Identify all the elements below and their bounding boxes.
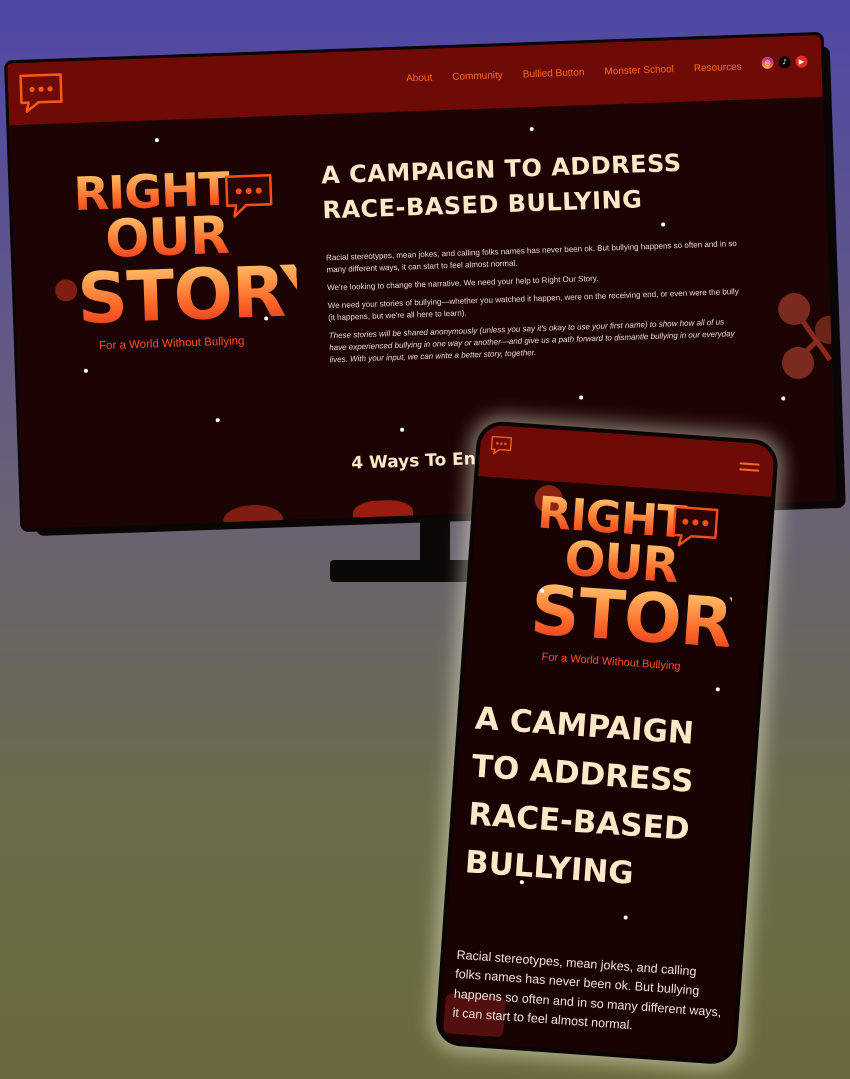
chat-bubble-logo-icon[interactable]: [17, 71, 64, 115]
star: [661, 222, 666, 227]
star: [579, 395, 584, 400]
star: [715, 687, 720, 692]
tiktok-icon[interactable]: ♪: [778, 56, 791, 69]
star: [154, 138, 159, 143]
decorative-molecule-icon: [778, 293, 840, 379]
speech-bubble-icon: [672, 505, 719, 547]
star: [529, 127, 534, 132]
star: [623, 915, 628, 920]
desktop-nav-links: About Community Bullied Button Monster S…: [406, 62, 742, 85]
hero-paragraph-italic: These stories will be shared anonymously…: [328, 317, 735, 365]
star: [781, 396, 786, 401]
decorative-shape: [352, 499, 414, 532]
nav-link-community[interactable]: Community: [452, 70, 503, 83]
nav-link-bullied-button[interactable]: Bullied Button: [523, 67, 585, 80]
speech-bubble-icon: [224, 173, 273, 218]
youtube-icon[interactable]: ▶: [795, 55, 808, 68]
chat-bubble-logo-icon[interactable]: [490, 435, 513, 456]
desktop-navbar: About Community Bullied Button Monster S…: [7, 34, 823, 126]
nav-link-monster-school[interactable]: Monster School: [604, 64, 674, 77]
star: [400, 427, 405, 432]
mobile-screen: RIGHT OUR STORY For a World Without Bull…: [434, 420, 780, 1066]
hero-title: A Campaign to Address Race-Based Bullyin…: [320, 148, 682, 225]
hero-title: A Campaign to Address Race-Based Bullyin…: [463, 700, 696, 893]
star: [83, 368, 88, 373]
social-links: ◎ ♪ ▶: [761, 55, 808, 70]
hamburger-menu-icon[interactable]: [739, 462, 760, 477]
brand-logo: RIGHT OUR STORY For a World Without Bull…: [73, 162, 333, 373]
decorative-planet: [54, 279, 78, 302]
brand-logo: RIGHT OUR STORY For a World Without Bull…: [527, 487, 780, 686]
hero-body: Racial stereotypes, mean jokes, and call…: [326, 238, 744, 372]
star: [215, 418, 220, 423]
brand-word-story: STORY: [528, 571, 780, 668]
nav-link-resources[interactable]: Resources: [694, 62, 742, 75]
brand-word-story: STORY: [75, 249, 333, 341]
nav-link-about[interactable]: About: [406, 73, 433, 85]
instagram-icon[interactable]: ◎: [761, 56, 774, 70]
